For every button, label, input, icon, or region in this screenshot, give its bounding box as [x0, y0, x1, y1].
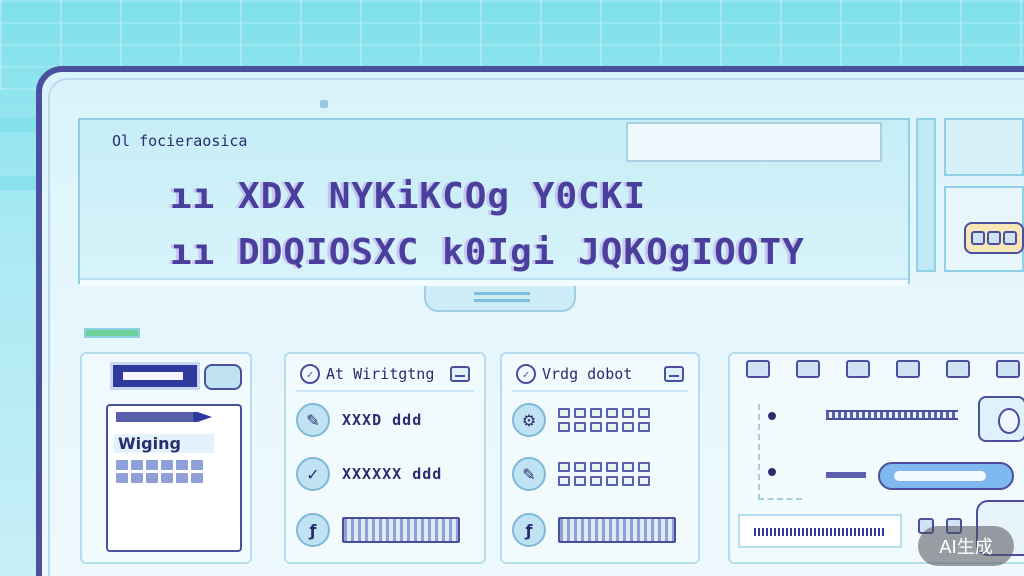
tool-button[interactable] [746, 360, 770, 378]
check-circle-icon: ✓ [300, 364, 320, 384]
line-indicator [826, 472, 866, 478]
list-item[interactable]: ƒ [512, 508, 688, 552]
tool-button[interactable] [946, 360, 970, 378]
minimize-icon[interactable] [664, 366, 684, 382]
headline-line-1: ıı XDX NYKiKCOg Y0CKI [170, 176, 647, 217]
tool-button[interactable] [846, 360, 870, 378]
list-item[interactable]: ✎ XXXD ddd [296, 398, 474, 442]
list-item-text: XXXXXX ddd [342, 465, 443, 483]
divider [296, 390, 474, 392]
right-rail-strip [916, 118, 936, 272]
header-panel: Ol focieraosica ıı XDX NYKiKCOg Y0CKI ıı… [78, 118, 910, 286]
check-circle-icon: ✓ [516, 364, 536, 384]
tool-icon: ✎ [512, 457, 546, 491]
card-header: ✓ At Wiritgtng [300, 360, 470, 388]
footer-readout [738, 514, 902, 548]
toggle-switch[interactable] [878, 462, 1014, 490]
writing-card: ✓ At Wiritgtng ✎ XXXD ddd ✓ XXXXXX ddd ƒ [284, 352, 486, 564]
plot-area [758, 404, 802, 500]
chip-icon [1003, 231, 1017, 245]
list-item[interactable]: ƒ [296, 508, 474, 552]
data-grid [558, 462, 650, 486]
divider [512, 390, 688, 392]
app-title: Ol focieraosica [112, 132, 248, 150]
ai-generated-badge: AI生成 [918, 526, 1014, 566]
slider[interactable] [826, 410, 958, 420]
header-shelf [80, 278, 908, 286]
plot-point [768, 468, 776, 476]
toolbar [746, 360, 1020, 378]
function-icon: ƒ [296, 513, 330, 547]
progress-bar [342, 517, 460, 543]
toggle-button[interactable] [204, 364, 242, 390]
document-label: Wiging [114, 434, 214, 453]
tool-button[interactable] [996, 360, 1020, 378]
pull-tab-handle[interactable] [424, 286, 576, 312]
document-sheet[interactable]: Wiging [106, 404, 242, 552]
check-icon: ✓ [296, 457, 330, 491]
card-title: Vrdg dobot [542, 365, 633, 383]
document-tab[interactable] [110, 362, 200, 390]
knob-control[interactable] [978, 396, 1024, 442]
data-grid [558, 408, 650, 432]
document-card: Wiging [80, 328, 252, 564]
list-item[interactable]: ⚙ [512, 398, 688, 442]
progress-bar [558, 517, 676, 543]
status-chips[interactable] [964, 222, 1024, 254]
document-text-lines [116, 460, 203, 483]
chip-icon [987, 231, 1001, 245]
list-item[interactable]: ✓ XXXXXX ddd [296, 452, 474, 496]
search-input[interactable] [626, 122, 882, 162]
status-indicator [84, 328, 140, 338]
card-header: ✓ Vrdg dobot [516, 360, 684, 388]
settings-icon: ⚙ [512, 403, 546, 437]
tool-button[interactable] [796, 360, 820, 378]
tools-card: ✓ Vrdg dobot ⚙ ✎ ƒ [500, 352, 700, 564]
tool-button[interactable] [896, 360, 920, 378]
card-title: At Wiritgtng [326, 365, 435, 383]
wrench-icon: ✎ [296, 403, 330, 437]
list-item-text: XXXD ddd [342, 411, 423, 429]
right-rail-panel [944, 118, 1024, 176]
minimize-icon[interactable] [450, 366, 470, 382]
list-item[interactable]: ✎ [512, 452, 688, 496]
chip-icon [971, 231, 985, 245]
camera-icon [320, 100, 328, 108]
headline-line-2: ıı DDQIOSXC k0Igi JQKOgIOOTY [170, 232, 805, 273]
pen-icon [116, 412, 212, 422]
function-icon: ƒ [512, 513, 546, 547]
plot-point [768, 412, 776, 420]
